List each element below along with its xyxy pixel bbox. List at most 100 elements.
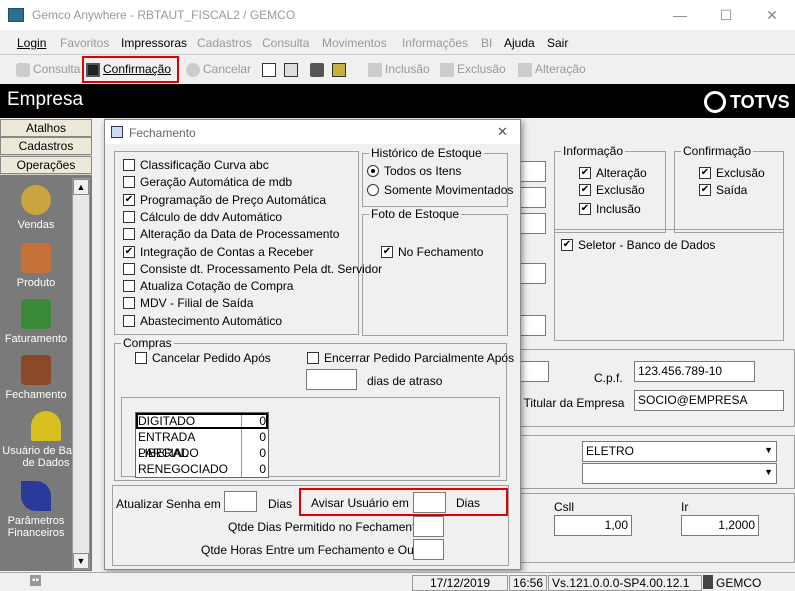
- option-checkbox[interactable]: ✔ Programação de Preço Automática: [123, 193, 326, 207]
- option-checkbox[interactable]: Geração Automática de mdb: [123, 175, 292, 189]
- page-header: Empresa TOTVS: [0, 84, 795, 118]
- maximize-button[interactable]: ☐: [703, 0, 749, 30]
- tab-atalhos[interactable]: Atalhos: [0, 119, 92, 137]
- tab-operacoes[interactable]: Operações: [0, 156, 92, 174]
- checkbox[interactable]: [123, 228, 135, 241]
- option-checkbox[interactable]: ✔ Integração de Contas a Receber: [123, 245, 313, 259]
- sidebar-item-fechamento[interactable]: Fechamento: [0, 355, 72, 401]
- dias-atraso-input[interactable]: [306, 369, 357, 390]
- atualizar-senha-input[interactable]: [224, 491, 257, 512]
- informacao-alteracao[interactable]: ✔ Alteração: [579, 166, 647, 180]
- menu-consulta[interactable]: Consulta: [262, 36, 309, 50]
- table-row[interactable]: RENEGOCIADO 0: [136, 461, 268, 477]
- checkbox[interactable]: [123, 210, 135, 223]
- checkbox[interactable]: ✔: [699, 184, 711, 196]
- scroll-up-icon[interactable]: ▲: [73, 179, 89, 195]
- radio[interactable]: [367, 165, 379, 177]
- table-row[interactable]: LIBERADO 0: [136, 445, 268, 461]
- new-document-icon[interactable]: [262, 63, 276, 77]
- consulta-button[interactable]: Consulta: [14, 59, 82, 80]
- option-checkbox[interactable]: MDV - Filial de Saída: [123, 296, 253, 310]
- sidebar-item-produto[interactable]: Produto: [0, 243, 72, 289]
- table-row[interactable]: DIGITADO 0: [136, 413, 268, 429]
- radio-todos-itens[interactable]: Todos os Itens: [367, 164, 461, 178]
- checkbox[interactable]: ✔: [561, 239, 573, 251]
- menu-ajuda[interactable]: Ajuda: [504, 36, 535, 50]
- seletor-banco-dados[interactable]: ✔ Seletor - Banco de Dados: [561, 238, 715, 252]
- option-checkbox[interactable]: Abastecimento Automático: [123, 314, 282, 328]
- dept-select[interactable]: ELETRO ▼: [582, 441, 777, 462]
- cancelar-button[interactable]: Cancelar: [184, 59, 253, 80]
- menu-bi[interactable]: BI: [481, 36, 492, 50]
- menu-favoritos[interactable]: Favoritos: [60, 36, 109, 50]
- checkbox[interactable]: [123, 280, 135, 293]
- informacao-exclusao[interactable]: ✔ Exclusão: [579, 183, 645, 197]
- sidebar-scrollbar[interactable]: ▲ ▼: [72, 178, 90, 570]
- copy-icon[interactable]: [284, 63, 298, 77]
- radio-somente-movimentados[interactable]: Somente Movimentados: [367, 183, 513, 197]
- checkbox[interactable]: [135, 352, 147, 364]
- menu-login[interactable]: Login: [17, 36, 46, 50]
- alteracao-button[interactable]: Alteração: [516, 59, 588, 80]
- menu-movimentos[interactable]: Movimentos: [322, 36, 387, 50]
- option-checkbox[interactable]: Cálculo de ddv Automático: [123, 210, 282, 224]
- close-button[interactable]: ✕: [749, 0, 795, 30]
- socio-input[interactable]: SOCIO@EMPRESA: [634, 390, 784, 411]
- option-checkbox[interactable]: Consiste dt. Processamento Pela dt. Serv…: [123, 262, 382, 276]
- tab-cadastros[interactable]: Cadastros: [0, 137, 92, 155]
- secondary-select[interactable]: ▼: [582, 463, 777, 484]
- confirmacao-exclusao[interactable]: ✔ Exclusão: [699, 166, 765, 180]
- checkbox[interactable]: ✔: [699, 167, 711, 179]
- checkbox[interactable]: [123, 159, 135, 171]
- csll-input[interactable]: 1,00: [554, 515, 632, 536]
- sidebar-item-vendas[interactable]: Vendas: [0, 185, 72, 231]
- checkbox[interactable]: ✔: [579, 167, 591, 179]
- informacao-inclusao[interactable]: ✔ Inclusão: [579, 202, 641, 216]
- inclusao-button[interactable]: Inclusão: [366, 59, 432, 80]
- sidebar-item-parametros[interactable]: Parâmetros Financeiros: [0, 481, 72, 539]
- option-checkbox[interactable]: Classificação Curva abc: [123, 158, 269, 172]
- radio-label: Todos os Itens: [384, 164, 462, 178]
- exclusao-button[interactable]: Exclusão: [438, 59, 508, 80]
- checkbox[interactable]: [123, 262, 135, 275]
- checkbox-label: Geração Automática de mdb: [140, 175, 293, 190]
- foto-no-fechamento[interactable]: ✔ No Fechamento: [381, 245, 483, 259]
- qtde-dias-input[interactable]: [413, 516, 444, 537]
- table-row[interactable]: ENTRADA PARCIAL 0: [136, 429, 268, 460]
- encerrar-pedido-parcial[interactable]: Encerrar Pedido Parcialmente Após: [307, 351, 514, 365]
- dept-select-value: ELETRO: [586, 444, 635, 458]
- checkbox[interactable]: ✔: [123, 193, 135, 206]
- checkbox[interactable]: ✔: [579, 203, 591, 215]
- help-icon[interactable]: [332, 63, 346, 77]
- printer-icon[interactable]: [310, 63, 324, 77]
- sidebar-item-label: Faturamento: [4, 333, 68, 345]
- qtde-horas-input[interactable]: [413, 539, 444, 560]
- checkbox[interactable]: [123, 297, 135, 310]
- option-checkbox[interactable]: Alteração da Data de Processamento: [123, 227, 339, 241]
- menu-informacoes[interactable]: Informações: [402, 36, 468, 50]
- radio-label: Somente Movimentados: [384, 183, 514, 197]
- menu-impressoras[interactable]: Impressoras: [121, 36, 187, 50]
- checkbox-label: MDV - Filial de Saída: [140, 296, 254, 311]
- checkbox[interactable]: ✔: [579, 184, 591, 196]
- menu-sair[interactable]: Sair: [547, 36, 568, 50]
- avisar-usuario-input[interactable]: [413, 492, 446, 513]
- cancelar-pedido-apos[interactable]: Cancelar Pedido Após: [135, 351, 271, 365]
- sidebar-item-faturamento[interactable]: Faturamento: [0, 299, 72, 345]
- minimize-button[interactable]: —: [657, 0, 703, 30]
- scroll-down-icon[interactable]: ▼: [73, 553, 89, 569]
- confirmacao-button[interactable]: Confirmação: [82, 56, 179, 83]
- checkbox[interactable]: [307, 352, 319, 364]
- menu-cadastros[interactable]: Cadastros: [197, 36, 252, 50]
- dialog-close-button[interactable]: ✕: [497, 124, 508, 140]
- consulta-icon: [16, 62, 30, 77]
- radio[interactable]: [367, 184, 379, 196]
- option-checkbox[interactable]: Atualiza Cotação de Compra: [123, 279, 293, 293]
- checkbox[interactable]: [123, 314, 135, 327]
- checkbox[interactable]: ✔: [381, 246, 393, 258]
- ir-input[interactable]: 1,2000: [681, 515, 759, 536]
- checkbox[interactable]: [123, 176, 135, 189]
- cpf-input[interactable]: 123.456.789-10: [634, 361, 755, 382]
- checkbox[interactable]: ✔: [123, 245, 135, 258]
- confirmacao-saida[interactable]: ✔ Saída: [699, 183, 747, 197]
